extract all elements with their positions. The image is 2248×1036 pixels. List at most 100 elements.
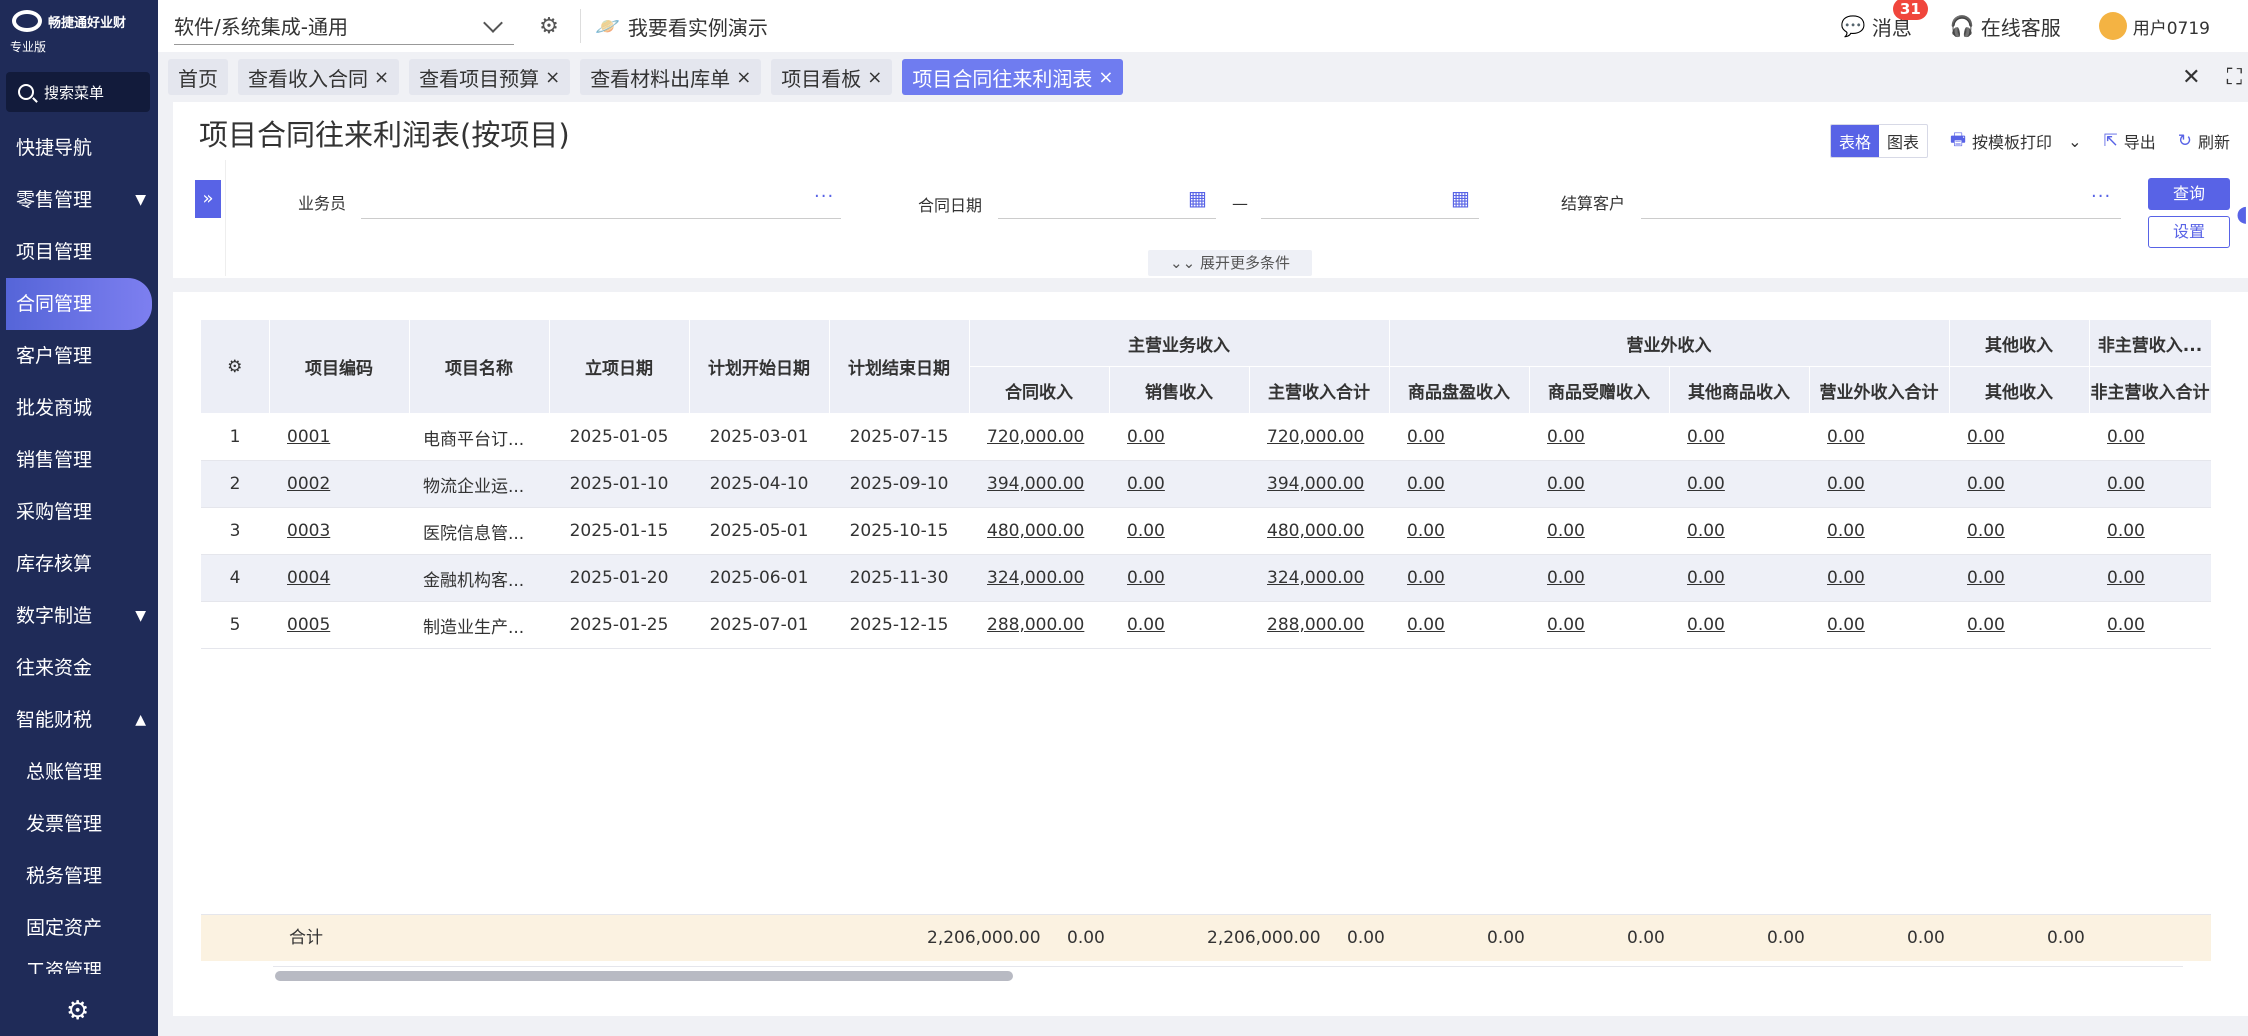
refresh-button[interactable]: ↻ 刷新: [2178, 129, 2230, 153]
cell-main-total[interactable]: 288,000.00: [1249, 601, 1389, 649]
cell-nonmain-total[interactable]: 0.00: [2089, 507, 2211, 555]
header-start-date[interactable]: 立项日期: [549, 320, 690, 414]
cell-other-goods[interactable]: 0.00: [1669, 601, 1809, 649]
close-icon[interactable]: ×: [545, 67, 560, 88]
header-contract-income[interactable]: 合同收入: [969, 366, 1110, 414]
header-sales-income[interactable]: 销售收入: [1109, 366, 1250, 414]
cell-inv-surplus[interactable]: 0.00: [1389, 601, 1529, 649]
cell-link[interactable]: 0.00: [1127, 427, 1165, 447]
cell-link[interactable]: 288,000.00: [987, 615, 1084, 635]
cell-main-total[interactable]: 394,000.00: [1249, 460, 1389, 508]
cell-other-goods[interactable]: 0.00: [1669, 554, 1809, 602]
sidebar-item-sales[interactable]: 销售管理: [0, 434, 158, 486]
settings-gear-icon[interactable]: ⚙: [66, 996, 89, 1026]
sidebar-item-fixed-assets[interactable]: 固定资产: [0, 902, 158, 954]
cell-link[interactable]: 0003: [287, 521, 330, 541]
cell-code[interactable]: 0002: [269, 460, 409, 508]
cell-gift-income[interactable]: 0.00: [1529, 601, 1669, 649]
cell-link[interactable]: 720,000.00: [1267, 427, 1364, 447]
cell-nonop-total[interactable]: 0.00: [1809, 413, 1949, 461]
calendar-icon[interactable]: ▦: [1188, 186, 1207, 210]
table-row[interactable]: 4 0004 金融机构客... 2025-01-20 2025-06-01 2025-11…: [201, 554, 2211, 602]
cell-link[interactable]: 0.00: [1547, 427, 1585, 447]
view-table-button[interactable]: 表格: [1830, 125, 1879, 157]
cell-other-income[interactable]: 0.00: [1949, 601, 2089, 649]
cell-contract-income[interactable]: 288,000.00: [969, 601, 1109, 649]
cell-link[interactable]: 0005: [287, 615, 330, 635]
sidebar-item-project[interactable]: 项目管理: [0, 226, 158, 278]
industry-select[interactable]: 软件/系统集成-通用: [174, 8, 514, 45]
cell-gift-income[interactable]: 0.00: [1529, 460, 1669, 508]
cell-link[interactable]: 0.00: [1967, 568, 2005, 588]
cell-link[interactable]: 0.00: [1687, 474, 1725, 494]
cell-nonop-total[interactable]: 0.00: [1809, 554, 1949, 602]
tab-home[interactable]: 首页: [168, 59, 228, 95]
sidebar-item-ledger[interactable]: 总账管理: [0, 746, 158, 798]
sidebar-item-retail[interactable]: 零售管理 ▼: [0, 174, 158, 226]
cell-link[interactable]: 0.00: [1127, 474, 1165, 494]
cell-contract-income[interactable]: 720,000.00: [969, 413, 1109, 461]
sidebar-item-inventory[interactable]: 库存核算: [0, 538, 158, 590]
cell-gift-income[interactable]: 0.00: [1529, 554, 1669, 602]
table-row[interactable]: 3 0003 医院信息管... 2025-01-15 2025-05-01 2025-10…: [201, 507, 2211, 555]
cell-link[interactable]: 394,000.00: [987, 474, 1084, 494]
cell-contract-income[interactable]: 394,000.00: [969, 460, 1109, 508]
cell-link[interactable]: 0.00: [1827, 521, 1865, 541]
cell-link[interactable]: 0.00: [1547, 568, 1585, 588]
cell-other-goods[interactable]: 0.00: [1669, 460, 1809, 508]
horizontal-scrollbar[interactable]: [273, 966, 2183, 983]
sidebar-item-wholesale[interactable]: 批发商城: [0, 382, 158, 434]
print-button[interactable]: 🖶 按模板打印 ⌄: [1950, 127, 2081, 156]
cell-link[interactable]: 0.00: [1127, 615, 1165, 635]
tab-project-board[interactable]: 项目看板 ×: [771, 59, 893, 95]
customer-input[interactable]: [1641, 218, 2121, 219]
header-project-name[interactable]: 项目名称: [409, 320, 550, 414]
cell-link[interactable]: 480,000.00: [987, 521, 1084, 541]
sidebar-item-quick-nav[interactable]: 快捷导航: [0, 122, 158, 174]
user-menu[interactable]: 用户0719: [2098, 12, 2210, 40]
cell-sales-income[interactable]: 0.00: [1109, 460, 1249, 508]
column-settings-icon[interactable]: ⚙: [201, 320, 270, 414]
floating-assistant-icon[interactable]: ◖: [2236, 202, 2248, 227]
cell-nonmain-total[interactable]: 0.00: [2089, 601, 2211, 649]
tab-income-contract[interactable]: 查看收入合同 ×: [238, 59, 400, 95]
fullscreen-icon[interactable]: ⛶: [2227, 65, 2242, 90]
header-plan-end[interactable]: 计划结束日期: [829, 320, 970, 414]
header-plan-start[interactable]: 计划开始日期: [689, 320, 830, 414]
cell-code[interactable]: 0005: [269, 601, 409, 649]
cell-code[interactable]: 0003: [269, 507, 409, 555]
cell-code[interactable]: 0001: [269, 413, 409, 461]
cell-other-goods[interactable]: 0.00: [1669, 413, 1809, 461]
view-chart-button[interactable]: 图表: [1879, 125, 1927, 157]
cell-link[interactable]: 0.00: [1967, 521, 2005, 541]
cell-link[interactable]: 0.00: [2107, 568, 2145, 588]
sidebar-item-tax[interactable]: 税务管理: [0, 850, 158, 902]
cell-contract-income[interactable]: 324,000.00: [969, 554, 1109, 602]
close-all-icon[interactable]: ✕: [2182, 65, 2200, 90]
gear-icon[interactable]: ⚙: [532, 14, 566, 39]
header-project-code[interactable]: 项目编码: [269, 320, 410, 414]
cell-code[interactable]: 0004: [269, 554, 409, 602]
header-other-goods[interactable]: 其他商品收入: [1669, 366, 1810, 414]
cell-link[interactable]: 0.00: [1547, 521, 1585, 541]
cell-link[interactable]: 0.00: [1547, 474, 1585, 494]
cell-link[interactable]: 0.00: [2107, 474, 2145, 494]
cell-link[interactable]: 0.00: [1687, 427, 1725, 447]
cell-link[interactable]: 0.00: [1687, 521, 1725, 541]
cell-link[interactable]: 0.00: [1827, 474, 1865, 494]
cell-other-goods[interactable]: 0.00: [1669, 507, 1809, 555]
cell-link[interactable]: 394,000.00: [1267, 474, 1364, 494]
close-icon[interactable]: ×: [867, 67, 882, 88]
cell-link[interactable]: 0.00: [1127, 568, 1165, 588]
cell-sales-income[interactable]: 0.00: [1109, 413, 1249, 461]
sidebar-item-customer[interactable]: 客户管理: [0, 330, 158, 382]
cell-link[interactable]: 288,000.00: [1267, 615, 1364, 635]
tab-project-budget[interactable]: 查看项目预算 ×: [409, 59, 571, 95]
cell-link[interactable]: 324,000.00: [1267, 568, 1364, 588]
chevron-down-icon[interactable]: ⌄: [2068, 132, 2081, 151]
cell-link[interactable]: 0.00: [1407, 521, 1445, 541]
cell-inv-surplus[interactable]: 0.00: [1389, 507, 1529, 555]
cell-sales-income[interactable]: 0.00: [1109, 507, 1249, 555]
cell-link[interactable]: 0.00: [1967, 474, 2005, 494]
messages-button[interactable]: 💬 消息 31: [1841, 0, 1928, 41]
